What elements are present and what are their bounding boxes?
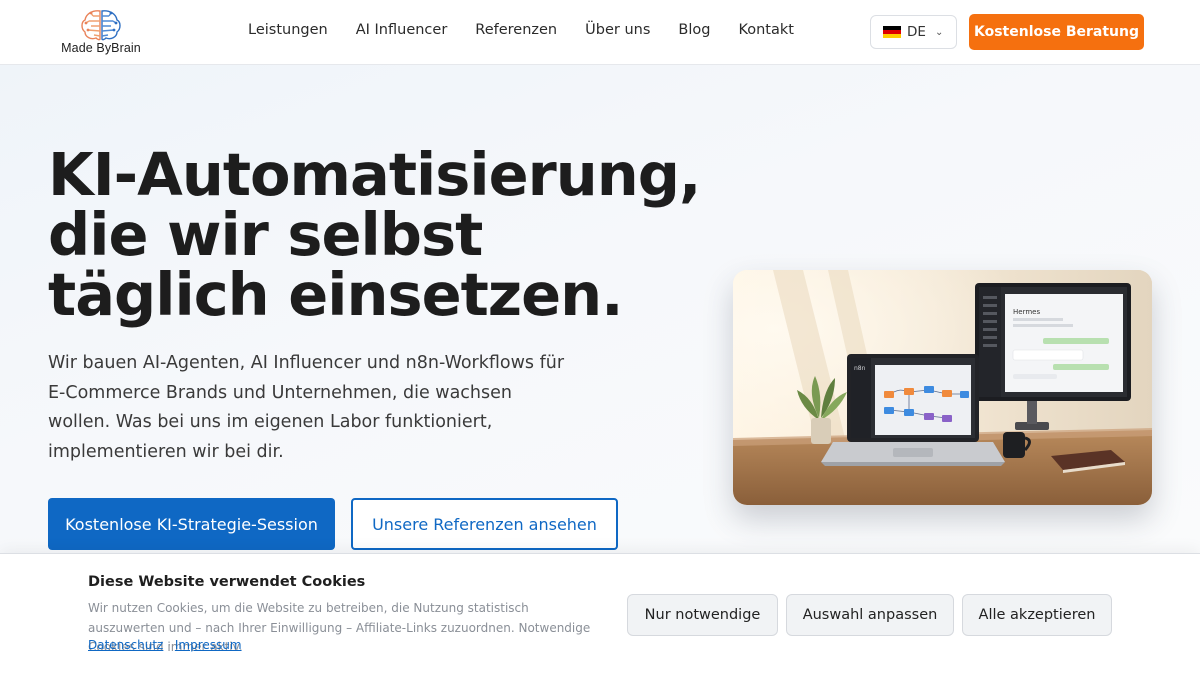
nav-item-kontakt[interactable]: Kontakt — [738, 22, 794, 38]
hero-image: Hermes n8n — [733, 270, 1152, 505]
brand-name: Made ByBrain — [61, 41, 141, 55]
privacy-link[interactable]: Datenschutz — [88, 638, 163, 652]
main-nav: Leistungen AI Influencer Referenzen Über… — [248, 22, 794, 38]
cookie-links: Datenschutz · Impressum — [88, 638, 242, 652]
hero-title-line-3: täglich einsetzen. — [48, 260, 624, 329]
site-header: Made ByBrain Leistungen AI Influencer Re… — [0, 0, 1200, 65]
language-code: DE — [907, 24, 926, 40]
brain-logo-icon — [81, 10, 121, 41]
brand-logo[interactable]: Made ByBrain — [56, 8, 146, 58]
hero-title-line-2: die wir selbst — [48, 200, 483, 269]
cookie-banner: Diese Website verwendet Cookies Wir nutz… — [0, 553, 1200, 675]
hero-subtitle: Wir bauen AI-Agenten, AI Influencer und … — [48, 353, 565, 462]
customize-selection-button[interactable]: Auswahl anpassen — [786, 594, 954, 636]
laptop-app-label: n8n — [854, 365, 866, 372]
view-references-button[interactable]: Unsere Referenzen ansehen — [351, 498, 618, 550]
accept-all-button[interactable]: Alle akzeptieren — [962, 594, 1112, 636]
strategy-session-button[interactable]: Kostenlose KI-Strategie-Session — [48, 498, 335, 550]
nav-item-referenzen[interactable]: Referenzen — [475, 22, 557, 38]
hero-title: KI-Automatisierung, die wir selbst tägli… — [48, 145, 728, 325]
necessary-only-button[interactable]: Nur notwendige — [627, 594, 778, 636]
link-separator: · — [167, 638, 172, 652]
hero-section: KI-Automatisierung, die wir selbst tägli… — [0, 65, 1200, 553]
chevron-down-icon: ⌄ — [934, 26, 944, 38]
nav-item-leistungen[interactable]: Leistungen — [248, 22, 328, 38]
germany-flag-icon — [883, 26, 901, 38]
language-selector[interactable]: DE ⌄ — [870, 15, 957, 49]
cookie-title: Diese Website verwendet Cookies — [88, 574, 366, 590]
nav-item-blog[interactable]: Blog — [678, 22, 710, 38]
imprint-link[interactable]: Impressum — [175, 638, 242, 652]
nav-item-ueber-uns[interactable]: Über uns — [585, 22, 650, 38]
nav-item-ai-influencer[interactable]: AI Influencer — [356, 22, 448, 38]
hero-title-line-1: KI-Automatisierung, — [48, 140, 701, 209]
free-consultation-button[interactable]: Kostenlose Beratung — [969, 14, 1144, 50]
workspace-illustration: Hermes n8n — [733, 270, 1152, 505]
chat-title: Hermes — [1013, 308, 1040, 316]
